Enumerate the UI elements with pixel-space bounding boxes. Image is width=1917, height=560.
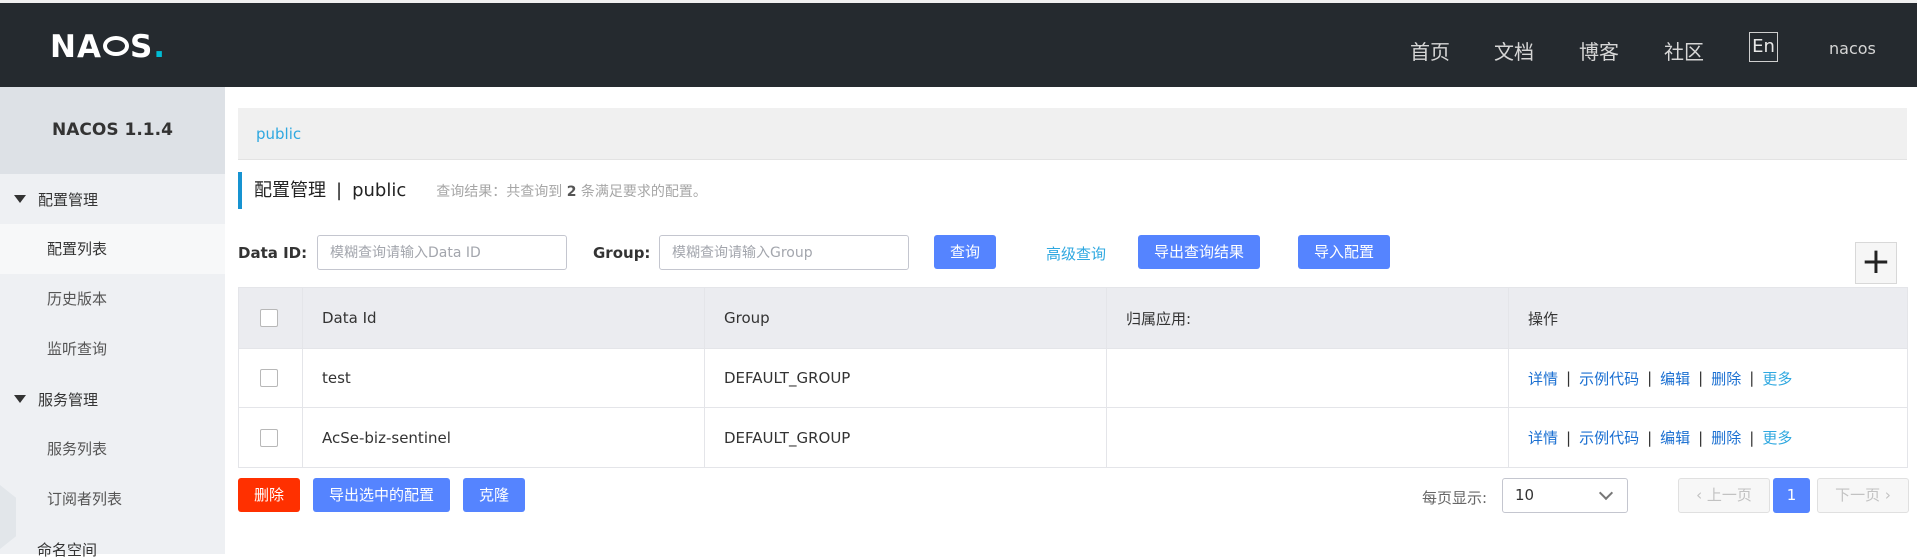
row-checkbox[interactable] — [260, 369, 278, 387]
table-row: AcSe-biz-sentinel DEFAULT_GROUP 详情 | 示例代码 |… — [239, 408, 1907, 467]
group-label: Group: — [593, 244, 651, 262]
sidebar-item-service-list[interactable]: 服务列表 — [0, 424, 225, 474]
next-page-button[interactable]: 下一页 › — [1817, 478, 1909, 513]
delete-link[interactable]: 删除 — [1711, 427, 1741, 448]
column-group: Group — [705, 288, 1107, 348]
cell-app — [1107, 408, 1509, 467]
delete-link[interactable]: 删除 — [1711, 368, 1741, 389]
prev-page-button[interactable]: ‹ 上一页 — [1678, 478, 1770, 513]
edit-link[interactable]: 编辑 — [1660, 427, 1690, 448]
data-id-label: Data ID: — [238, 244, 308, 262]
language-switch[interactable]: En — [1749, 32, 1778, 62]
detail-link[interactable]: 详情 — [1528, 427, 1558, 448]
user-menu[interactable]: nacos — [1829, 39, 1876, 58]
sidebar-item-history[interactable]: 历史版本 — [0, 274, 225, 324]
cell-group: DEFAULT_GROUP — [705, 349, 1107, 407]
export-result-button[interactable]: 导出查询结果 — [1138, 235, 1260, 269]
nav-docs[interactable]: 文档 — [1494, 36, 1534, 65]
batch-delete-button[interactable]: 删除 — [238, 478, 300, 512]
import-config-button[interactable]: 导入配置 — [1298, 235, 1390, 269]
query-result-hint: 查询结果：共查询到 2 条满足要求的配置。 — [436, 184, 707, 200]
current-page[interactable]: 1 — [1773, 478, 1810, 513]
sample-code-link[interactable]: 示例代码 — [1579, 368, 1639, 389]
clone-button[interactable]: 克隆 — [463, 478, 525, 512]
sample-code-link[interactable]: 示例代码 — [1579, 427, 1639, 448]
table-row: test DEFAULT_GROUP 详情 | 示例代码 | 编辑 | 删除 | 更多 — [239, 349, 1907, 408]
logo-ring-icon — [102, 35, 129, 56]
config-table: Data Id Group 归属应用: 操作 test DEFAULT_GROU… — [238, 287, 1908, 468]
cell-data-id: AcSe-biz-sentinel — [303, 408, 705, 467]
data-id-input[interactable] — [317, 235, 567, 270]
sidebar-item-subscribers[interactable]: 订阅者列表 — [0, 474, 225, 524]
row-actions: 详情 | 示例代码 | 编辑 | 删除 | 更多 — [1528, 427, 1793, 448]
add-config-button[interactable]: + — [1855, 242, 1897, 284]
sidebar: NACOS 1.1.4 配置管理 配置列表 历史版本 监听查询 服务管理 服务列… — [0, 87, 225, 559]
nacos-logo[interactable]: NA S. — [50, 29, 166, 65]
page-title: 配置管理 | public 查询结果：共查询到 2 条满足要求的配置。 — [238, 172, 707, 209]
query-button[interactable]: 查询 — [934, 235, 996, 269]
column-data-id: Data Id — [303, 288, 705, 348]
nav-community[interactable]: 社区 — [1664, 36, 1704, 65]
page-size-label: 每页显示: — [1422, 489, 1488, 507]
top-navbar: NA S. 首页 文档 博客 社区 En nacos — [0, 3, 1917, 87]
column-app: 归属应用: — [1107, 288, 1509, 348]
export-selected-button[interactable]: 导出选中的配置 — [313, 478, 450, 512]
row-checkbox[interactable] — [260, 428, 278, 447]
sidebar-version: NACOS 1.1.4 — [0, 87, 225, 174]
table-header: Data Id Group 归属应用: 操作 — [239, 288, 1907, 349]
caret-down-icon — [14, 194, 26, 203]
sidebar-item-config-list[interactable]: 配置列表 — [0, 224, 225, 274]
detail-link[interactable]: 详情 — [1528, 368, 1558, 389]
row-actions: 详情 | 示例代码 | 编辑 | 删除 | 更多 — [1528, 368, 1793, 389]
cell-app — [1107, 349, 1509, 407]
sidebar-group-service[interactable]: 服务管理 — [14, 389, 98, 410]
group-input[interactable] — [659, 235, 909, 270]
page-size-select[interactable]: 10 — [1502, 478, 1628, 513]
column-actions: 操作 — [1528, 309, 1559, 328]
chevron-down-icon — [1598, 485, 1614, 501]
nav-blog[interactable]: 博客 — [1579, 36, 1619, 65]
sidebar-item-listener-query[interactable]: 监听查询 — [0, 324, 225, 374]
advanced-query-link[interactable]: 高级查询 — [1046, 243, 1106, 264]
more-link[interactable]: 更多 — [1762, 368, 1792, 389]
more-link[interactable]: 更多 — [1762, 427, 1792, 448]
sidebar-item-namespace[interactable]: 命名空间 — [37, 539, 97, 560]
sidebar-group-config[interactable]: 配置管理 — [14, 189, 98, 210]
caret-down-icon — [14, 394, 26, 403]
breadcrumb-namespace[interactable]: public — [256, 125, 301, 143]
select-all-checkbox[interactable] — [260, 309, 278, 327]
nav-home[interactable]: 首页 — [1410, 36, 1450, 65]
cell-data-id: test — [303, 349, 705, 407]
edit-link[interactable]: 编辑 — [1660, 368, 1690, 389]
cell-group: DEFAULT_GROUP — [705, 408, 1107, 467]
breadcrumb: public — [238, 108, 1907, 160]
